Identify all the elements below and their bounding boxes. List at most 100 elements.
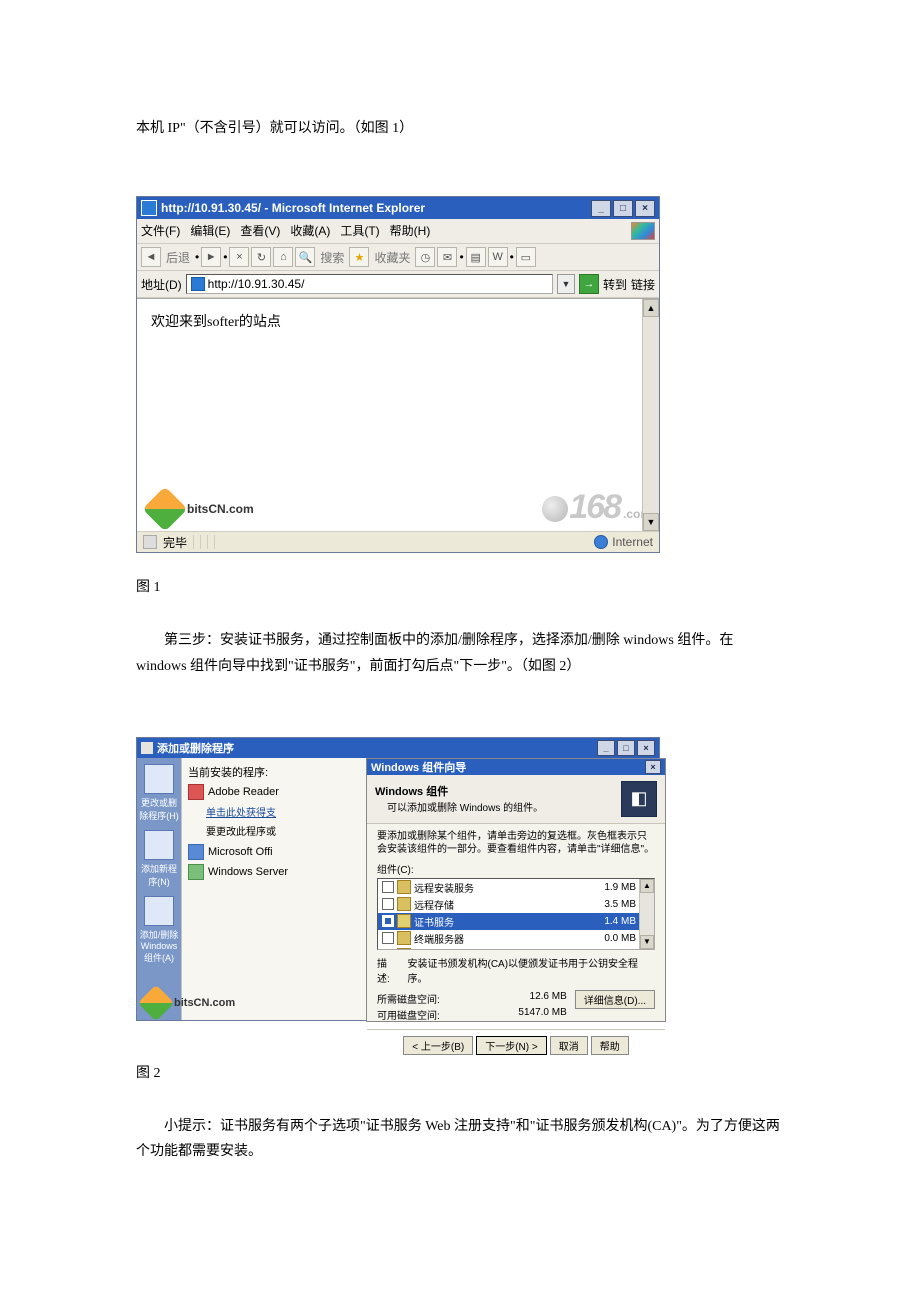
arp-sidebar: 更改或删除程序(H) 添加新程序(N) 添加/删除 Windows 组件(A) [137, 758, 181, 1020]
document-body: 本机 IP"（不含引号）就可以访问。（如图 1） http://10.91.30… [0, 0, 920, 1252]
mail-button[interactable]: ✉ [437, 247, 457, 267]
arp-bitscn-watermark: bitsCN.com [143, 990, 235, 1016]
favorites-icon[interactable]: ★ [349, 247, 369, 267]
arp-program-list: 当前安装的程序: Adobe Reader 单击此处获得支 要更改此程序或 Mi… [181, 758, 378, 1020]
close-button[interactable]: × [635, 200, 655, 217]
page-welcome-text: 欢迎来到softer的站点 [137, 299, 659, 343]
print-button[interactable]: ▤ [466, 247, 486, 267]
office-icon [188, 844, 204, 860]
ie-window: http://10.91.30.45/ - Microsoft Internet… [136, 196, 660, 553]
ie-title-text: http://10.91.30.45/ - Microsoft Internet… [161, 201, 425, 215]
refresh-button[interactable]: ↻ [251, 247, 271, 267]
intro-line: 本机 IP"（不含引号）就可以访问。（如图 1） [136, 116, 784, 141]
links-label[interactable]: 链接 [631, 276, 655, 293]
discuss-button[interactable]: ▭ [516, 247, 536, 267]
go-label: 转到 [603, 276, 627, 293]
desc-text: 安装证书颁发机构(CA)以便颁发证书用于公钥安全程序。 [408, 955, 656, 985]
components-list[interactable]: 远程安装服务1.9 MB 远程存储3.5 MB 证书服务1.4 MB 终端服务器… [377, 878, 655, 950]
ie-titlebar: http://10.91.30.45/ - Microsoft Internet… [137, 197, 659, 219]
components-label: 组件(C): [377, 861, 655, 876]
menu-edit[interactable]: 编辑(E) [190, 222, 230, 240]
wizard-tip: 要添加或删除某个组件，请单击旁边的复选框。灰色框表示只会安装该组件的一部分。要查… [377, 830, 655, 857]
wizard-back-button[interactable]: < 上一步(B) [403, 1036, 473, 1055]
ie-statusbar: 完毕 Internet [137, 531, 659, 552]
change-program-text: 要更改此程序或 [206, 823, 372, 838]
support-link[interactable]: 单击此处获得支 [206, 804, 372, 819]
wizard-cancel-button[interactable]: 取消 [550, 1036, 588, 1055]
component-icon [397, 931, 411, 945]
address-label: 地址(D) [141, 276, 182, 293]
current-programs-label: 当前安装的程序: [188, 764, 372, 780]
menu-favorites[interactable]: 收藏(A) [290, 222, 330, 240]
wizard-title: Windows 组件向导 [371, 759, 466, 775]
winserver-icon [188, 864, 204, 880]
forward-button[interactable]: ► [201, 247, 221, 267]
arp-close-button[interactable]: × [637, 740, 655, 756]
avail-space-label: 可用磁盘空间: [377, 1007, 440, 1022]
windows-flag-icon [631, 222, 655, 240]
bitscn-logo-icon [142, 487, 187, 532]
component-cert-services: 证书服务1.4 MB [378, 913, 654, 930]
program-adobe[interactable]: Adobe Reader [188, 784, 372, 800]
home-button[interactable]: ⌂ [273, 247, 293, 267]
menu-view[interactable]: 查看(V) [240, 222, 280, 240]
bitscn-watermark: bitsCN.com [149, 493, 254, 525]
search-icon[interactable]: 🔍 [295, 247, 315, 267]
wizard-help-button[interactable]: 帮助 [591, 1036, 629, 1055]
program-office[interactable]: Microsoft Offi [188, 844, 372, 860]
add-remove-window: 添加或删除程序 _ □ × 更改或删除程序(H) 添加新程序(N) 添加/ [136, 737, 660, 1021]
scroll-down-icon[interactable]: ▼ [643, 513, 659, 531]
ie-menubar: 文件(F) 编辑(E) 查看(V) 收藏(A) 工具(T) 帮助(H) [137, 219, 659, 244]
add-new-icon [144, 830, 174, 860]
scroll-up-icon[interactable]: ▲ [643, 299, 659, 317]
page-icon [191, 277, 205, 291]
figure2-caption: 图 2 [136, 1061, 784, 1086]
back-label: 后退 [166, 249, 190, 266]
tip-paragraph: 小提示：证书服务有两个子选项"证书服务 Web 注册支持"和"证书服务颁发机构(… [136, 1114, 784, 1164]
maximize-button[interactable]: □ [613, 200, 633, 217]
address-input[interactable]: http://10.91.30.45/ [186, 274, 553, 294]
address-dropdown[interactable]: ▼ [557, 274, 575, 294]
internet-zone-text: Internet [612, 535, 653, 549]
req-space-label: 所需磁盘空间: [377, 991, 440, 1006]
edit-button[interactable]: W [488, 247, 508, 267]
minimize-button[interactable]: _ [591, 200, 611, 217]
wizard-next-button[interactable]: 下一步(N) > [476, 1036, 547, 1055]
go-button[interactable]: → [579, 274, 599, 294]
component-icon [397, 948, 411, 950]
details-button[interactable]: 详细信息(D)... [575, 990, 655, 1009]
sidebar-add-new[interactable]: 添加新程序(N) [137, 830, 181, 888]
program-winserver[interactable]: Windows Server [188, 864, 372, 880]
bitscn-logo-icon [138, 984, 175, 1021]
search-label: 搜索 [320, 249, 344, 266]
sidebar-change-remove[interactable]: 更改或删除程序(H) [137, 764, 181, 822]
component-icon [397, 880, 411, 894]
menu-file[interactable]: 文件(F) [141, 222, 180, 240]
wizard-head-icon: ◧ [621, 781, 657, 817]
wizard-heading: Windows 组件 [375, 783, 543, 799]
stop-button[interactable]: × [229, 247, 249, 267]
back-button[interactable]: ◄ [141, 247, 161, 267]
change-remove-icon [144, 764, 174, 794]
avail-space-value: 5147.0 MB [518, 1007, 566, 1022]
req-space-value: 12.6 MB [530, 991, 567, 1006]
desc-label: 描述: [377, 955, 400, 985]
menu-tools[interactable]: 工具(T) [340, 222, 379, 240]
arp-maximize-button[interactable]: □ [617, 740, 635, 756]
history-button[interactable]: ◷ [415, 247, 435, 267]
arp-minimize-button[interactable]: _ [597, 740, 615, 756]
wizard-close-button[interactable]: × [645, 760, 661, 774]
figure1-caption: 图 1 [136, 575, 784, 600]
arp-title-text: 添加或删除程序 [157, 740, 234, 756]
sidebar-add-windows[interactable]: 添加/删除 Windows 组件(A) [137, 896, 181, 964]
it168-watermark: 168.com [541, 488, 651, 527]
vertical-scrollbar[interactable]: ▲ ▼ [642, 299, 659, 531]
url-text: http://10.91.30.45/ [208, 277, 305, 291]
adobe-icon [188, 784, 204, 800]
ie-toolbar: ◄ 后退 • ► • × ↻ ⌂ 🔍 搜索 ★ 收藏夹 ◷ ✉ • ▤ W • … [137, 244, 659, 271]
arp-titlebar: 添加或删除程序 _ □ × [137, 738, 659, 758]
ie-addressbar: 地址(D) http://10.91.30.45/ ▼ → 转到 链接 [137, 271, 659, 298]
components-wizard: Windows 组件向导 × Windows 组件 可以添加或删除 Window… [366, 758, 666, 1022]
menu-help[interactable]: 帮助(H) [390, 222, 431, 240]
component-icon [397, 914, 411, 928]
